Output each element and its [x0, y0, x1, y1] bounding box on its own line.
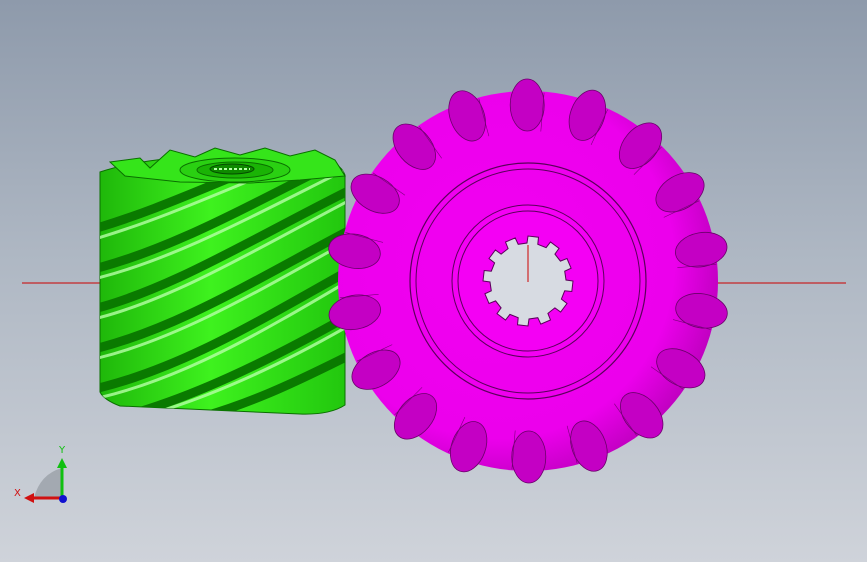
x-axis-arrowhead-icon [24, 493, 34, 503]
model-scene[interactable] [0, 0, 867, 562]
y-axis-arrowhead-icon [57, 458, 67, 468]
x-axis-label: X [14, 488, 21, 499]
spur-gear[interactable] [326, 78, 730, 484]
z-axis-dot-icon [59, 495, 67, 503]
tooth-gap [511, 430, 547, 484]
y-axis-label: Y [58, 445, 66, 456]
3d-viewport[interactable]: Y X [0, 0, 867, 562]
triad-plane-icon [34, 468, 62, 498]
helical-worm-gear[interactable] [90, 147, 350, 425]
orientation-triad[interactable]: Y X [10, 438, 80, 508]
worm-gear-top-face [108, 147, 346, 184]
tooth-gap [509, 78, 545, 132]
